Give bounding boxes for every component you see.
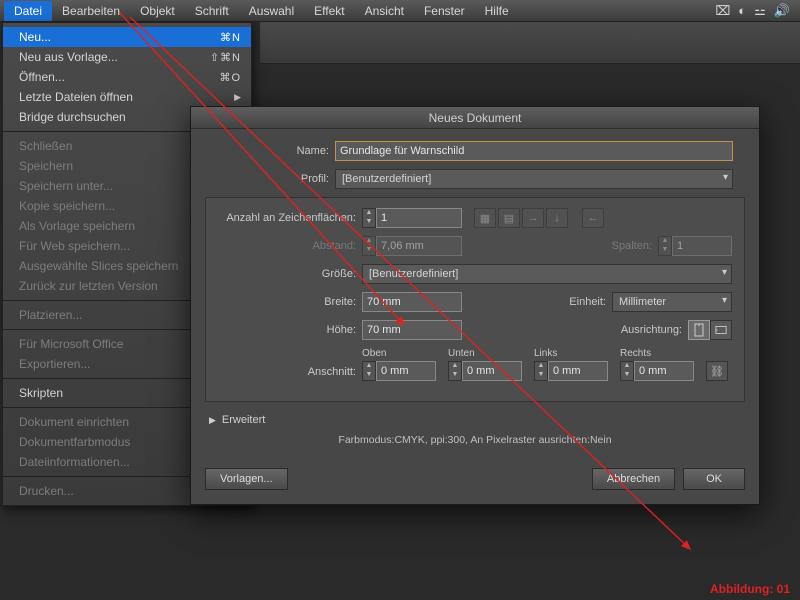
label-spalten: Spalten: [598,240,658,252]
document-toolbar [260,22,800,64]
label-artboards: Anzahl an Zeichenflächen: [218,212,362,224]
menu-item[interactable]: Letzte Dateien öffnen▶ [3,87,251,107]
menu-datei[interactable]: Datei [4,1,52,21]
label-breite: Breite: [218,296,362,308]
menu-objekt[interactable]: Objekt [130,1,185,21]
groesse-dropdown[interactable]: [Benutzerdefiniert] [362,264,732,284]
menu-bearbeiten[interactable]: Bearbeiten [52,1,130,21]
menu-hilfe[interactable]: Hilfe [475,1,519,21]
triangle-right-icon: ▶ [209,415,216,426]
label-profil: Profil: [205,173,335,185]
bleed-top-stepper[interactable]: ▲▼ [362,361,436,381]
hoehe-input[interactable] [362,320,462,340]
bleed-right-stepper[interactable]: ▲▼ [620,361,694,381]
menu-ansicht[interactable]: Ansicht [355,1,414,21]
label-unten: Unten [448,348,522,359]
breite-input[interactable] [362,292,462,312]
bleed-bottom-stepper[interactable]: ▲▼ [448,361,522,381]
dropbox-icon: ⌧ [715,3,730,19]
orient-portrait-button[interactable] [688,320,710,340]
label-groesse: Größe: [218,268,362,280]
menubar: Datei Bearbeiten Objekt Schrift Auswahl … [0,0,800,22]
bleed-left-stepper[interactable]: ▲▼ [534,361,608,381]
label-links: Links [534,348,608,359]
dialog-info: Farbmodus:CMYK, ppi:300, An Pixelraster … [205,434,745,446]
figure-caption: Abbildung: 01 [710,582,790,596]
label-oben: Oben [362,348,436,359]
menu-item[interactable]: Neu...⌘N [3,27,251,47]
menu-fenster[interactable]: Fenster [414,1,475,21]
bleed-left-input[interactable] [548,361,608,381]
row-arrange-icon: ▤ [498,208,520,228]
label-abstand: Abstand: [218,240,362,252]
arrow-left-icon: ← [582,208,604,228]
ok-button[interactable]: OK [683,468,745,490]
menu-item[interactable]: Öffnen...⌘O [3,67,251,87]
profil-dropdown[interactable]: [Benutzerdefiniert] [335,169,733,189]
einheit-dropdown[interactable]: Millimeter [612,292,732,312]
artboards-input[interactable] [376,208,462,228]
dialog-title: Neues Dokument [191,107,759,129]
volume-icon: 🔊 [774,3,790,19]
new-document-dialog: Neues Dokument Name: Profil: [Benutzerde… [190,106,760,505]
artboards-stepper[interactable]: ▲▼ [362,208,462,228]
abbrechen-button[interactable]: Abbrechen [592,468,675,490]
name-input[interactable] [335,141,733,161]
link-bleed-icon[interactable]: ⛓ [706,361,728,381]
label-hoehe: Höhe: [218,324,362,336]
label-name: Name: [205,145,335,157]
menu-auswahl[interactable]: Auswahl [239,1,304,21]
grid-arrange-icon: ▦ [474,208,496,228]
label-erweitert: Erweitert [222,414,265,426]
settings-panel: Anzahl an Zeichenflächen: ▲▼ ▦ ▤ → ↓ ← A… [205,197,745,402]
spalten-input [672,236,732,256]
label-einheit: Einheit: [552,296,612,308]
label-rechts: Rechts [620,348,694,359]
erweitert-toggle[interactable]: ▶ Erweitert [209,414,745,426]
label-ausrichtung: Ausrichtung: [606,324,688,336]
vorlagen-button[interactable]: Vorlagen... [205,468,288,490]
bleed-bottom-input[interactable] [462,361,522,381]
menu-item[interactable]: Neu aus Vorlage...⇧⌘N [3,47,251,67]
menu-schrift[interactable]: Schrift [185,1,239,21]
abstand-input [376,236,462,256]
label-anschnitt: Anschnitt: [218,366,362,381]
status-icons: ⌧ ◐ ⚍ 🔊 [715,3,796,19]
sync-icon: ◐ [738,3,746,19]
bleed-right-input[interactable] [634,361,694,381]
menu-effekt[interactable]: Effekt [304,1,354,21]
bluetooth-icon: ⚍ [754,3,766,19]
bleed-top-input[interactable] [376,361,436,381]
arrow-right-icon: → [522,208,544,228]
orient-landscape-button[interactable] [710,320,732,340]
arrow-down-icon: ↓ [546,208,568,228]
